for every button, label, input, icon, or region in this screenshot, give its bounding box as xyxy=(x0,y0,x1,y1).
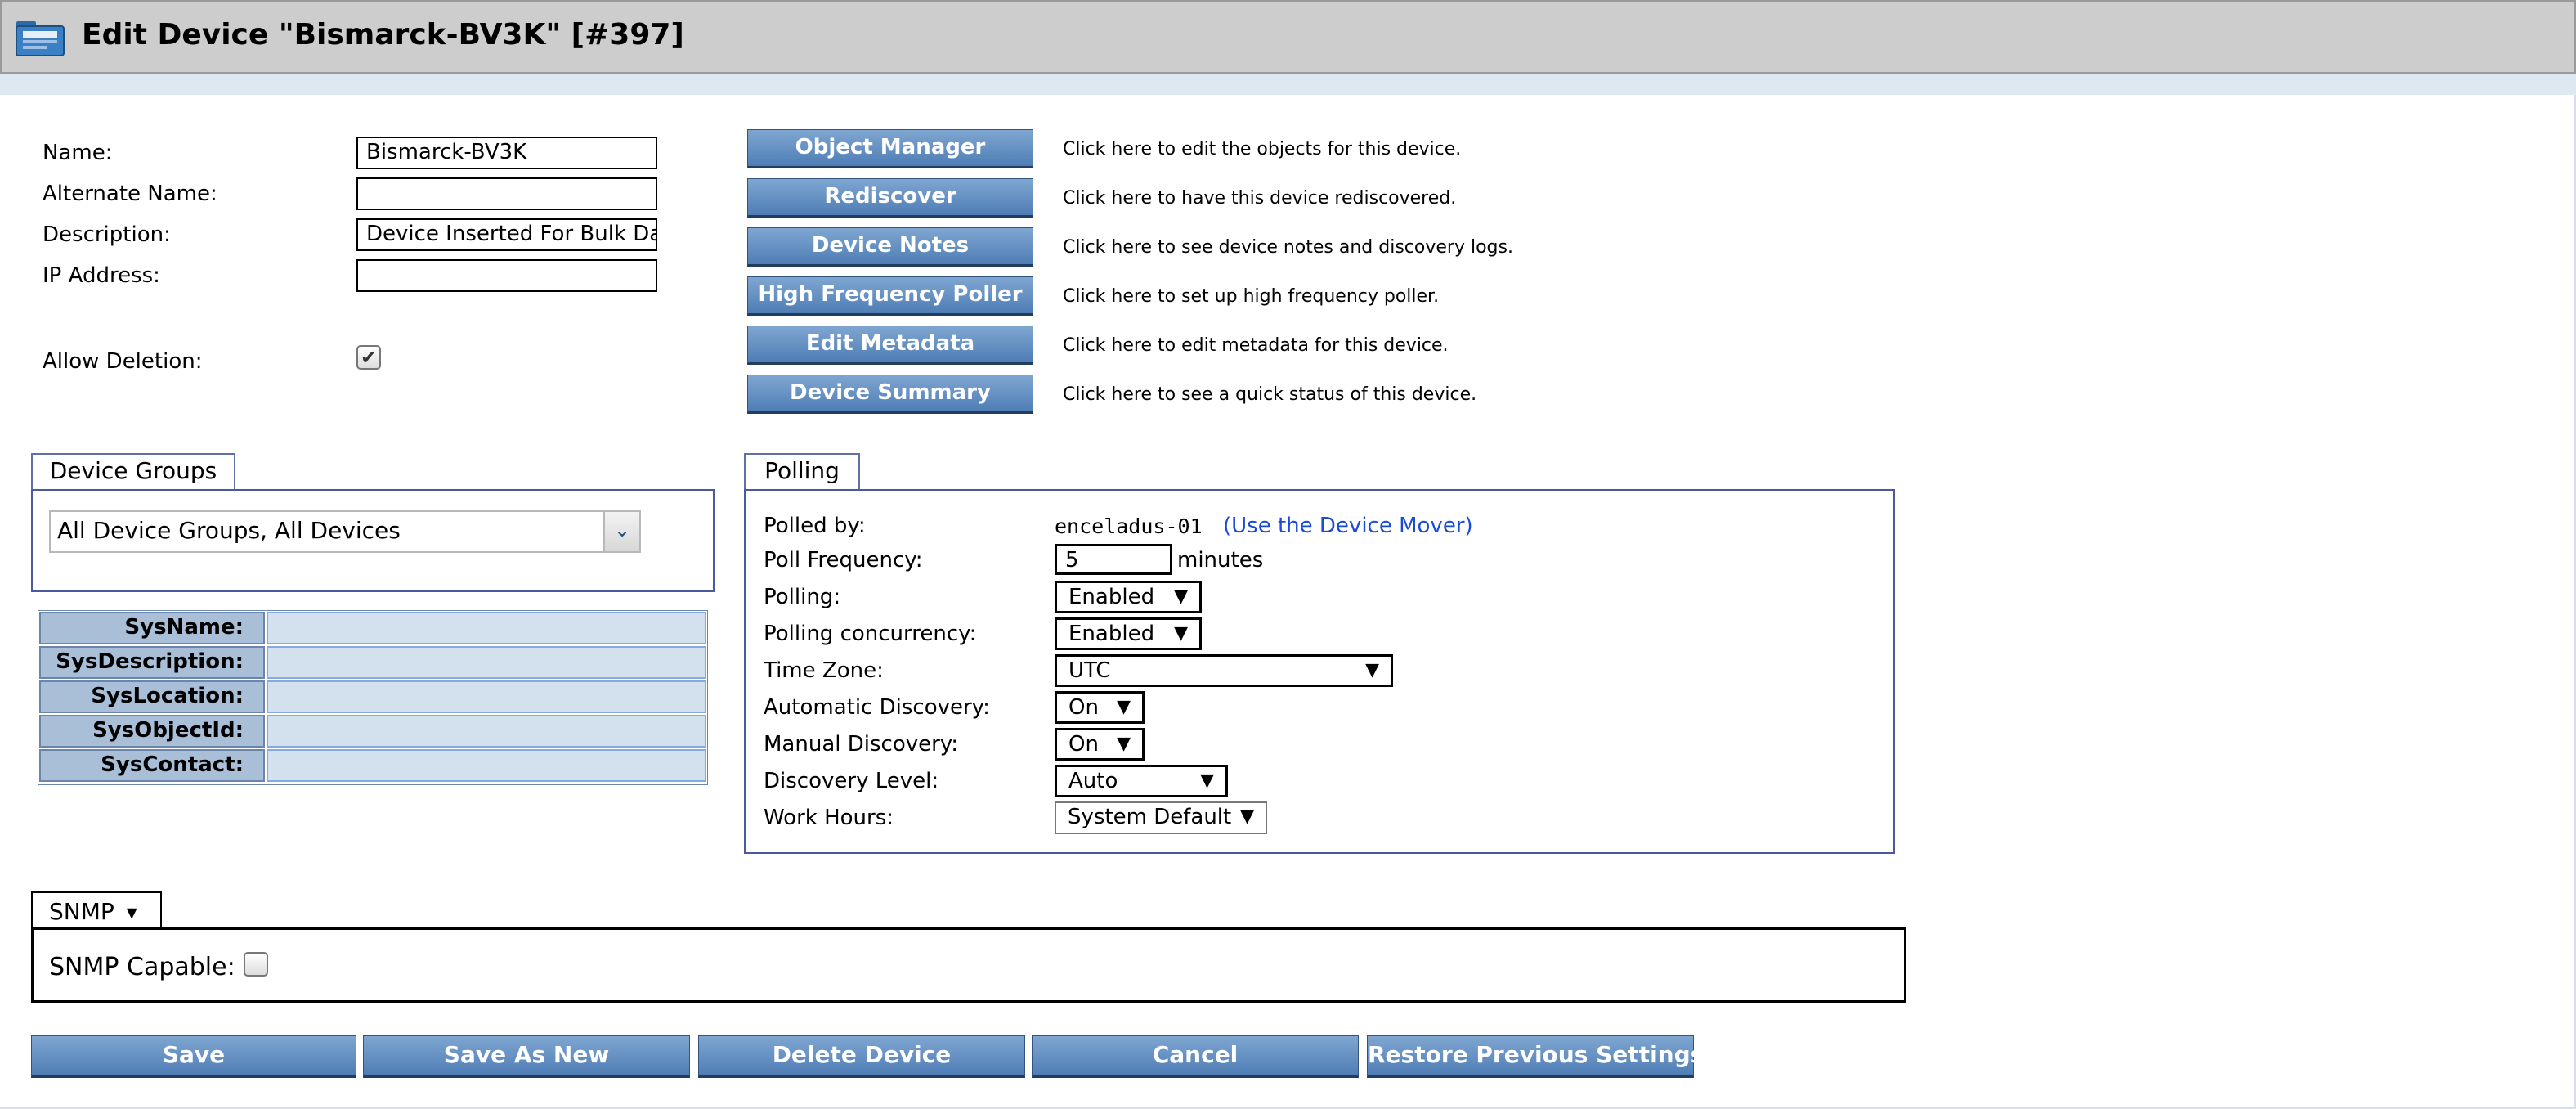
high-frequency-poller-button[interactable]: High Frequency Poller xyxy=(747,276,1033,316)
title-stripe xyxy=(0,74,2576,95)
delete-device-button[interactable]: Delete Device xyxy=(698,1035,1025,1078)
restore-previous-settings-button[interactable]: Restore Previous Settings xyxy=(1367,1035,1704,1078)
sys-contact-value xyxy=(267,749,706,782)
automatic-discovery-value: On xyxy=(1068,695,1099,720)
tab-polling[interactable]: Polling xyxy=(744,453,860,491)
automatic-discovery-label: Automatic Discovery: xyxy=(764,695,990,720)
polling-select[interactable]: Enabled ▼ xyxy=(1055,581,1202,613)
dropdown-arrow-icon: ▼ xyxy=(1200,770,1214,791)
dropdown-arrow-icon: ▼ xyxy=(1174,623,1188,644)
time-zone-select[interactable]: UTC ▼ xyxy=(1055,654,1393,687)
dropdown-arrow-icon: ▼ xyxy=(1117,734,1131,754)
device-mover-link[interactable]: (Use the Device Mover) xyxy=(1223,512,1473,540)
sys-location-label: SysLocation: xyxy=(39,680,265,713)
alternate-name-input[interactable] xyxy=(356,177,657,210)
polled-by-label: Polled by: xyxy=(764,514,866,538)
poll-frequency-label: Poll Frequency: xyxy=(764,548,923,572)
work-hours-value: System Default xyxy=(1068,805,1232,829)
sys-description-value xyxy=(267,646,706,679)
dropdown-arrow-icon: ▼ xyxy=(1240,806,1254,827)
discovery-level-value: Auto xyxy=(1068,769,1118,793)
rediscover-button[interactable]: Rediscover xyxy=(747,178,1033,218)
caret-down-icon: ▾ xyxy=(126,900,137,925)
device-notes-description: Click here to see device notes and disco… xyxy=(1063,237,1513,258)
save-button[interactable]: Save xyxy=(31,1035,356,1078)
sys-name-label: SysName: xyxy=(39,612,265,644)
manual-discovery-label: Manual Discovery: xyxy=(764,732,959,757)
dropdown-arrow-icon: ▼ xyxy=(1117,697,1131,717)
ip-address-input[interactable] xyxy=(356,259,657,292)
manual-discovery-value: On xyxy=(1068,732,1099,757)
dropdown-arrow-icon: ▼ xyxy=(1174,586,1188,607)
folder-icon xyxy=(15,15,65,57)
chevron-down-icon[interactable]: ⌄ xyxy=(603,512,639,551)
sys-location-value xyxy=(267,680,706,713)
polling-label: Polling: xyxy=(764,585,841,609)
snmp-panel xyxy=(31,927,1906,1003)
device-summary-button[interactable]: Device Summary xyxy=(747,375,1033,414)
name-label: Name: xyxy=(43,141,113,165)
sys-name-value xyxy=(267,612,706,644)
tab-snmp[interactable]: SNMP ▾ xyxy=(31,891,162,931)
poll-frequency-unit: minutes xyxy=(1177,548,1264,572)
description-input[interactable]: Device Inserted For Bulk Dat xyxy=(356,218,657,251)
device-groups-select[interactable]: All Device Groups, All Devices xyxy=(49,510,641,553)
snmp-capable-label: SNMP Capable: xyxy=(49,953,235,981)
device-summary-description: Click here to see a quick status of this… xyxy=(1063,384,1477,405)
sys-description-label: SysDescription: xyxy=(39,646,265,679)
object-manager-button[interactable]: Object Manager xyxy=(747,129,1033,168)
polled-by-value: enceladus-01 xyxy=(1055,514,1203,538)
allow-deletion-label: Allow Deletion: xyxy=(43,349,203,374)
device-notes-button[interactable]: Device Notes xyxy=(747,227,1033,267)
discovery-level-label: Discovery Level: xyxy=(764,769,939,793)
time-zone-label: Time Zone: xyxy=(764,658,884,683)
work-hours-select[interactable]: System Default ▼ xyxy=(1055,801,1267,834)
snmp-tab-label: SNMP xyxy=(49,898,114,925)
alternate-name-label: Alternate Name: xyxy=(43,182,217,206)
automatic-discovery-select[interactable]: On ▼ xyxy=(1055,691,1145,724)
edit-metadata-button[interactable]: Edit Metadata xyxy=(747,326,1033,365)
manual-discovery-select[interactable]: On ▼ xyxy=(1055,728,1145,761)
allow-deletion-checkbox[interactable]: ✔ xyxy=(356,345,381,370)
ip-address-label: IP Address: xyxy=(43,263,160,288)
page-title: Edit Device "Bismarck-BV3K" [#397] xyxy=(82,18,684,52)
tab-device-groups[interactable]: Device Groups xyxy=(31,453,235,491)
work-hours-label: Work Hours: xyxy=(764,806,894,830)
name-input[interactable]: Bismarck-BV3K xyxy=(356,137,657,169)
poll-frequency-input[interactable]: 5 xyxy=(1055,544,1172,575)
sys-object-id-value xyxy=(267,715,706,748)
sys-contact-label: SysContact: xyxy=(39,749,265,782)
dropdown-arrow-icon: ▼ xyxy=(1365,660,1379,680)
cancel-button[interactable]: Cancel xyxy=(1032,1035,1359,1078)
discovery-level-select[interactable]: Auto ▼ xyxy=(1055,765,1228,797)
high-frequency-poller-description: Click here to set up high frequency poll… xyxy=(1063,286,1440,307)
polling-concurrency-label: Polling concurrency: xyxy=(764,622,977,646)
polling-select-value: Enabled xyxy=(1068,585,1155,609)
device-groups-selected: All Device Groups, All Devices xyxy=(57,517,401,544)
polling-concurrency-value: Enabled xyxy=(1068,622,1155,646)
polling-concurrency-select[interactable]: Enabled ▼ xyxy=(1055,617,1202,650)
description-label: Description: xyxy=(43,222,171,247)
snmp-capable-checkbox[interactable] xyxy=(244,952,268,977)
save-as-new-button[interactable]: Save As New xyxy=(363,1035,690,1078)
object-manager-description: Click here to edit the objects for this … xyxy=(1063,139,1462,159)
time-zone-value: UTC xyxy=(1068,658,1111,683)
edit-metadata-description: Click here to edit metadata for this dev… xyxy=(1063,335,1449,356)
sys-object-id-label: SysObjectId: xyxy=(39,715,265,748)
rediscover-description: Click here to have this device rediscove… xyxy=(1063,188,1457,209)
